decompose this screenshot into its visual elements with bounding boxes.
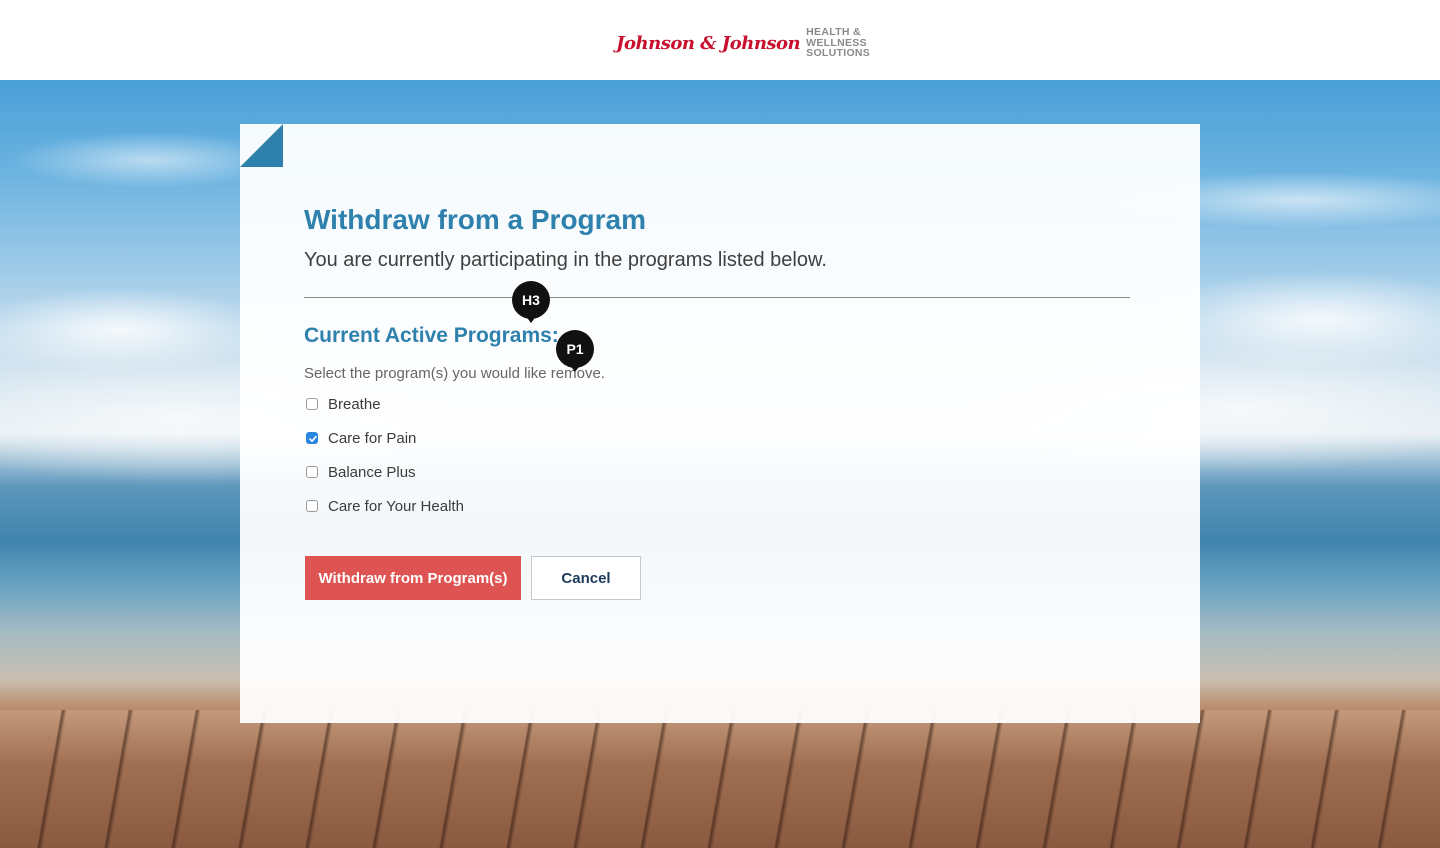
program-checkbox-care-for-your-health[interactable] — [306, 500, 318, 512]
logo-wordmark: Johnson & Johnson — [616, 32, 801, 54]
program-option-breathe[interactable]: Breathe — [306, 394, 381, 414]
program-checkbox-breathe[interactable] — [306, 398, 318, 410]
checkmark-icon — [309, 435, 317, 442]
logo-tagline: HEALTH & WELLNESS SOLUTIONS — [806, 27, 870, 59]
logo-tagline-line-3: SOLUTIONS — [806, 47, 871, 60]
section-divider — [304, 297, 1130, 298]
program-checkbox-balance-plus[interactable] — [306, 466, 318, 478]
program-label: Care for Your Health — [328, 497, 464, 515]
page-subtitle: You are currently participating in the p… — [304, 249, 827, 271]
program-option-balance-plus[interactable]: Balance Plus — [306, 462, 416, 482]
h3-annotation-marker: H3 — [512, 281, 550, 325]
program-option-care-for-pain[interactable]: Care for Pain — [306, 428, 416, 448]
h3-marker-label: H3 — [512, 281, 550, 319]
active-programs-heading: Current Active Programs: — [304, 324, 559, 347]
site-header: Johnson & Johnson HEALTH & WELLNESS SOLU… — [0, 0, 1440, 80]
brand-logo[interactable]: Johnson & Johnson HEALTH & WELLNESS SOLU… — [616, 26, 870, 60]
corner-fold-icon — [240, 124, 283, 167]
withdraw-button[interactable]: Withdraw from Program(s) — [305, 556, 521, 600]
program-option-care-for-your-health[interactable]: Care for Your Health — [306, 496, 464, 516]
p1-annotation-marker: P1 — [556, 330, 594, 374]
program-label: Balance Plus — [328, 463, 416, 481]
cancel-button[interactable]: Cancel — [531, 556, 641, 600]
background-wooden-deck — [0, 710, 1440, 848]
program-label: Care for Pain — [328, 429, 417, 447]
p1-marker-pointer — [569, 364, 581, 372]
p1-marker-label: P1 — [556, 330, 594, 368]
program-label: Breathe — [328, 395, 381, 413]
page-title: Withdraw from a Program — [304, 204, 647, 235]
h3-marker-pointer — [525, 315, 537, 323]
program-checkbox-care-for-pain[interactable] — [306, 432, 318, 444]
